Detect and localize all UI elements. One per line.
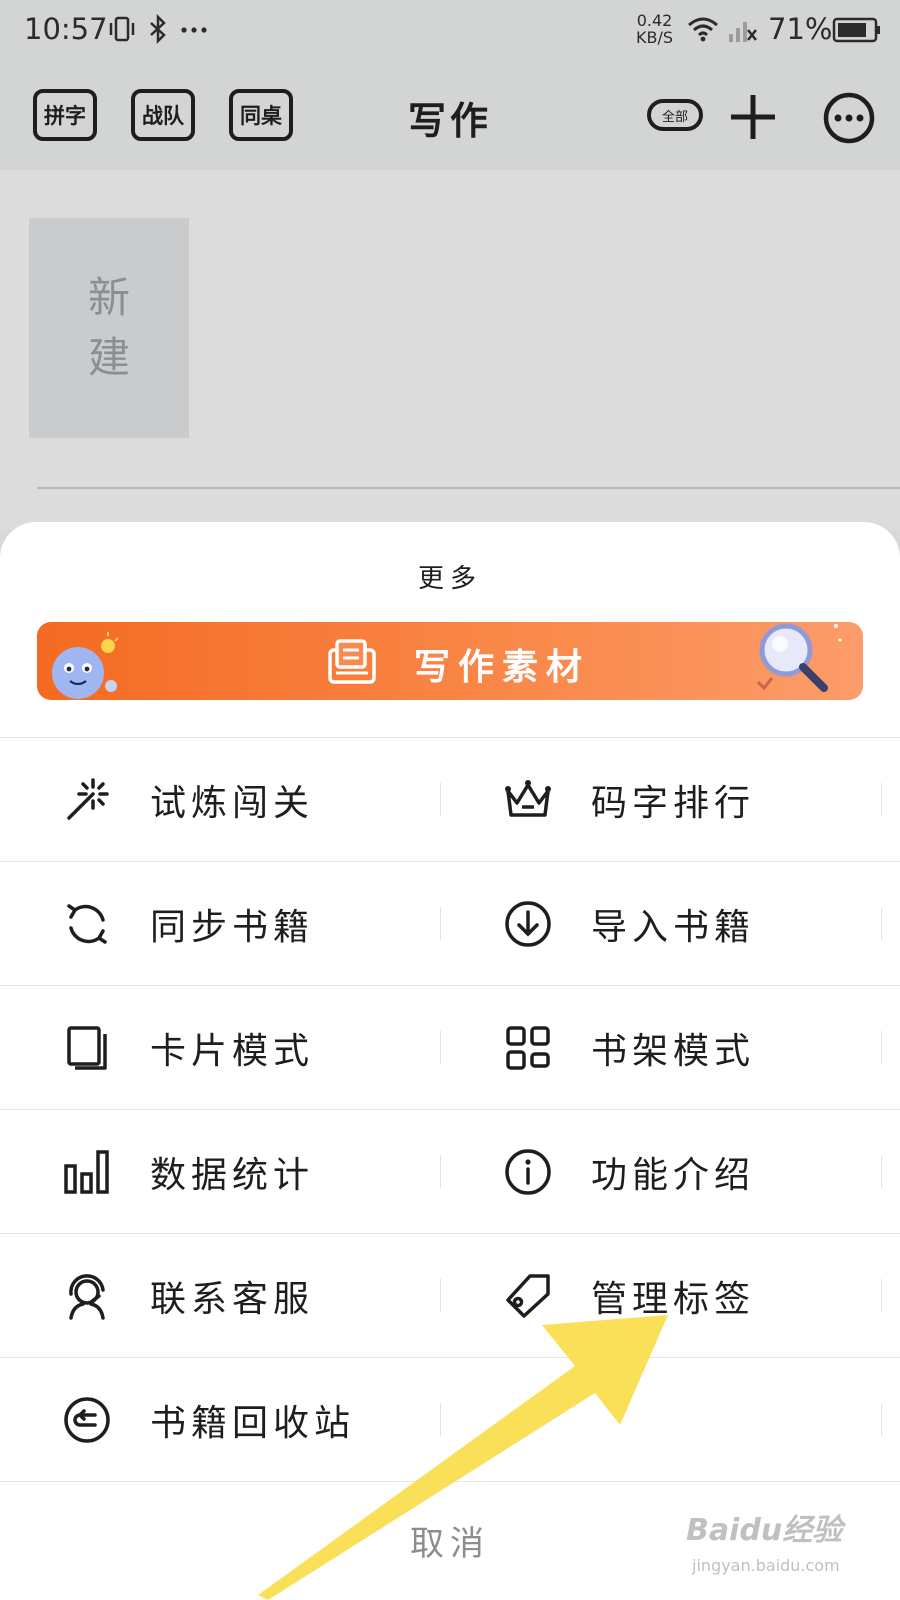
tag-icon (503, 1271, 553, 1321)
menu-row-6: 书籍回收站 (0, 1358, 900, 1482)
column-separator (440, 1155, 441, 1188)
grid-icon (503, 1023, 553, 1073)
menu-label: 码字排行 (591, 782, 756, 824)
mascot-icon (52, 632, 119, 699)
battery-icon (832, 17, 880, 43)
column-separator (440, 1403, 441, 1436)
banner-label: 写作素材 (414, 647, 591, 688)
pinzi-button[interactable]: 拼字 (33, 89, 97, 141)
headset-icon (62, 1271, 112, 1321)
new-card-char-1: 新 (87, 273, 130, 322)
sync-icon (62, 899, 112, 949)
deskmate-button[interactable]: 同桌 (229, 89, 293, 141)
net-speed-unit: KB/S (636, 28, 674, 47)
menu-item-card-mode[interactable]: 卡片模式 (62, 986, 314, 1109)
bluetooth-icon (150, 14, 166, 44)
menu-label: 管理标签 (591, 1278, 756, 1320)
filter-all-badge[interactable]: 全部 (647, 99, 703, 131)
watermark-url: jingyan.baidu.com (692, 1556, 840, 1575)
column-separator (881, 1031, 882, 1064)
menu-label: 书架模式 (591, 1030, 756, 1072)
team-button[interactable]: 战队 (131, 89, 195, 141)
menu-row-3: 卡片模式 书架模式 (0, 986, 900, 1110)
menu-label: 联系客服 (150, 1278, 315, 1320)
menu-row-5: 联系客服 管理标签 (0, 1234, 900, 1358)
menu-item-import[interactable]: 导入书籍 (503, 862, 755, 985)
menu-label: 同步书籍 (150, 906, 315, 948)
battery-percent: 71% (768, 12, 833, 46)
plus-icon[interactable] (728, 92, 778, 142)
more-dots-icon (181, 27, 207, 33)
menu-item-sync[interactable]: 同步书籍 (62, 862, 314, 985)
menu-row-4: 数据统计 功能介绍 (0, 1110, 900, 1234)
more-icon[interactable] (823, 92, 875, 144)
column-separator (881, 1279, 882, 1312)
column-separator (881, 1155, 882, 1188)
net-speed-value: 0.42 (636, 11, 673, 30)
menu-row-2: 同步书籍 导入书籍 (0, 862, 900, 986)
new-book-card[interactable]: 新 建 (29, 218, 189, 438)
signal-icon (729, 22, 757, 42)
menu-label: 卡片模式 (150, 1030, 315, 1072)
menu-item-features[interactable]: 功能介绍 (503, 1110, 755, 1233)
menu-item-ranking[interactable]: 码字排行 (503, 738, 755, 861)
menu-item-shelf-mode[interactable]: 书架模式 (503, 986, 755, 1109)
bar-chart-icon (62, 1147, 112, 1197)
column-separator (440, 1031, 441, 1064)
menu-item-support[interactable]: 联系客服 (62, 1234, 314, 1357)
menu-item-statistics[interactable]: 数据统计 (62, 1110, 314, 1233)
divider (37, 487, 900, 489)
new-card-char-2: 建 (87, 333, 130, 382)
menu-label: 试炼闯关 (150, 782, 315, 824)
document-icon (328, 639, 376, 684)
net-speed: 0.42 KB/S (636, 12, 673, 46)
sheet-title: 更多 (417, 564, 482, 594)
menu-item-manage-tags[interactable]: 管理标签 (503, 1234, 755, 1357)
page-title: 写作 (407, 99, 492, 143)
download-circle-icon (503, 899, 553, 949)
crown-icon (503, 775, 553, 825)
menu-label: 导入书籍 (591, 906, 756, 948)
wifi-icon (688, 17, 718, 42)
status-icons (108, 14, 208, 44)
status-time: 10:57 (24, 12, 108, 46)
column-separator (440, 907, 441, 940)
column-separator (881, 1403, 882, 1436)
magnifier-icon (756, 623, 842, 692)
menu-item-trial[interactable]: 试炼闯关 (62, 738, 314, 861)
menu-item-recycle-bin[interactable]: 书籍回收站 (62, 1358, 355, 1481)
menu-row-1: 试炼闯关 码字排行 (0, 738, 900, 862)
menu-label: 功能介绍 (591, 1154, 756, 1196)
magic-wand-icon (62, 775, 112, 825)
recycle-icon (62, 1395, 112, 1445)
column-separator (881, 783, 882, 816)
watermark-brand: Baidu经验 (686, 1513, 843, 1548)
cards-icon (62, 1023, 112, 1073)
menu-label: 书籍回收站 (150, 1402, 356, 1444)
info-icon (503, 1147, 553, 1197)
menu-label: 数据统计 (150, 1154, 315, 1196)
column-separator (881, 907, 882, 940)
column-separator (440, 1279, 441, 1312)
vibrate-icon (109, 16, 135, 42)
column-separator (440, 783, 441, 816)
